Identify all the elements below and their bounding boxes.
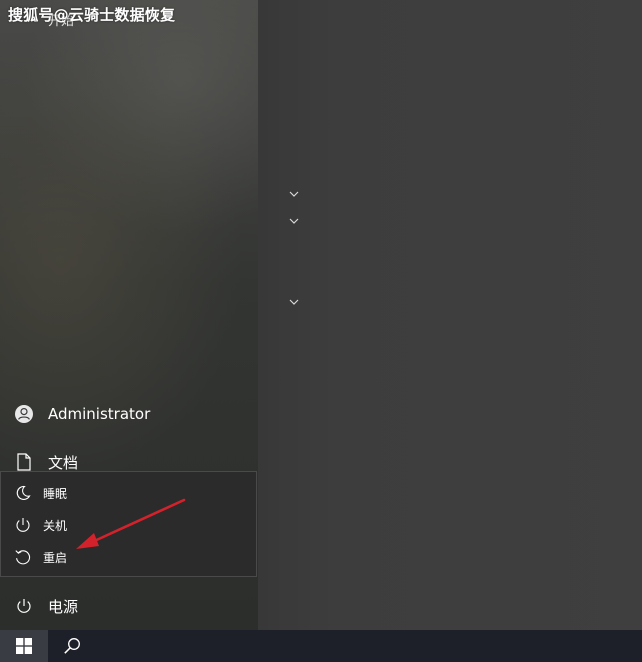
documents-label: 文档 — [48, 453, 79, 472]
start-button[interactable] — [0, 630, 48, 662]
sleep-label: 睡眠 — [43, 486, 68, 501]
power-button[interactable]: 电源 — [0, 583, 258, 629]
start-menu-tiles-area — [258, 0, 642, 630]
shutdown-icon — [1, 509, 45, 541]
desktop-screen: 开始 搜狐号@云骑士数据恢复 Administrator 文档 睡眠 关机 重启… — [0, 0, 642, 662]
sleep-menu-item[interactable]: 睡眠 — [1, 477, 256, 509]
shutdown-label: 关机 — [43, 518, 68, 533]
taskbar — [0, 630, 642, 662]
search-icon — [63, 637, 81, 655]
restart-label: 重启 — [43, 550, 68, 565]
chevron-down-icon[interactable] — [287, 295, 301, 309]
power-label: 电源 — [48, 597, 79, 616]
search-button[interactable] — [48, 630, 96, 662]
shutdown-menu-item[interactable]: 关机 — [1, 509, 256, 541]
sleep-moon-icon — [1, 477, 45, 509]
user-avatar-icon — [0, 391, 48, 437]
watermark-text: 搜狐号@云骑士数据恢复 — [8, 6, 176, 24]
chevron-down-icon[interactable] — [287, 214, 301, 228]
power-options-flyout: 睡眠 关机 重启 — [0, 471, 257, 577]
user-name: Administrator — [48, 405, 151, 423]
restart-icon — [1, 541, 45, 573]
user-account-item[interactable]: Administrator — [0, 391, 258, 437]
restart-menu-item[interactable]: 重启 — [1, 541, 256, 573]
power-icon — [0, 583, 48, 629]
chevron-down-icon[interactable] — [287, 187, 301, 201]
windows-logo-icon — [16, 638, 32, 654]
